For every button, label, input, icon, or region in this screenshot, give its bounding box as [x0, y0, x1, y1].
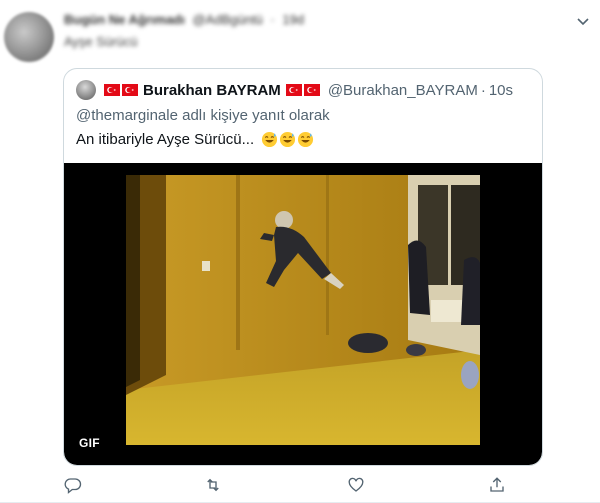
- gif-badge: GIF: [74, 434, 105, 452]
- retweet-icon[interactable]: [204, 476, 224, 496]
- quoted-header: Burakhan BAYRAM @Burakhan_BAYRAM · 10s: [76, 80, 513, 100]
- gif-frame: [126, 175, 480, 445]
- retweeter-time: 19d: [282, 12, 305, 27]
- sweat-smile-emoji-icon: [298, 131, 314, 148]
- separator-dot: ·: [480, 81, 486, 99]
- quoted-display-name[interactable]: Burakhan BAYRAM: [143, 82, 281, 99]
- turkey-flag-icon: [122, 84, 138, 96]
- reply-icon[interactable]: [64, 476, 84, 496]
- avatar[interactable]: [4, 12, 54, 62]
- like-icon[interactable]: [347, 476, 367, 496]
- share-icon[interactable]: [488, 476, 508, 496]
- retweeter-name[interactable]: Bugün Ne Ağrımadı: [64, 12, 185, 27]
- gif-media[interactable]: GIF: [64, 163, 542, 465]
- action-bar: [0, 476, 600, 500]
- retweeter-handle: @AdBgüntü: [192, 12, 263, 27]
- quoted-time[interactable]: 10s: [489, 82, 513, 99]
- turkey-flag-icon: [285, 84, 302, 96]
- sweat-smile-emoji-icon: [262, 131, 278, 148]
- chevron-down-icon[interactable]: [577, 14, 589, 26]
- quoted-text: An itibariyle Ayşe Sürücü...: [76, 131, 314, 148]
- tweet[interactable]: Bugün Ne Ağrımadı @AdBgüntü · 19d Ayşe S…: [0, 0, 600, 503]
- quoted-avatar[interactable]: [76, 80, 96, 100]
- quoted-text-body: An itibariyle Ayşe Sürücü...: [76, 131, 255, 148]
- quoted-handle[interactable]: @Burakhan_BAYRAM: [328, 82, 478, 99]
- turkey-flag-icon: [303, 84, 320, 96]
- turkey-flag-icon: [104, 84, 120, 96]
- sweat-smile-emoji-icon: [280, 131, 296, 148]
- retweeter-header: Bugün Ne Ağrımadı @AdBgüntü · 19d: [64, 12, 305, 27]
- retweeter-text: Ayşe Sürücü: [64, 34, 138, 49]
- quoted-tweet[interactable]: Burakhan BAYRAM @Burakhan_BAYRAM · 10s @…: [63, 68, 543, 466]
- reply-context[interactable]: @themarginale adlı kişiye yanıt olarak: [76, 107, 330, 124]
